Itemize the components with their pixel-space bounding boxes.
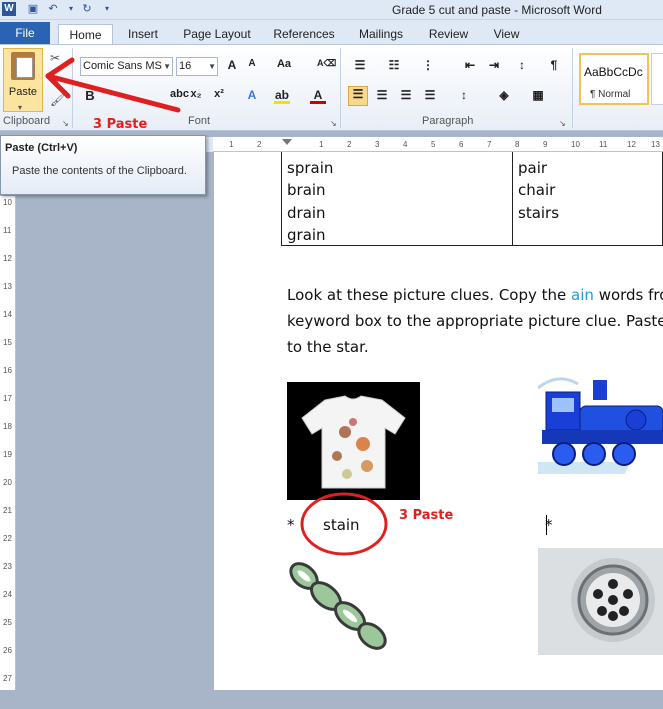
red-arrow-annotation <box>45 57 181 113</box>
red-circle-annotation <box>300 492 388 556</box>
paste-step-annotation: 3 Paste <box>399 508 454 523</box>
paste-step-annotation: 3 Paste <box>93 117 148 132</box>
annotation-overlay <box>45 57 388 556</box>
